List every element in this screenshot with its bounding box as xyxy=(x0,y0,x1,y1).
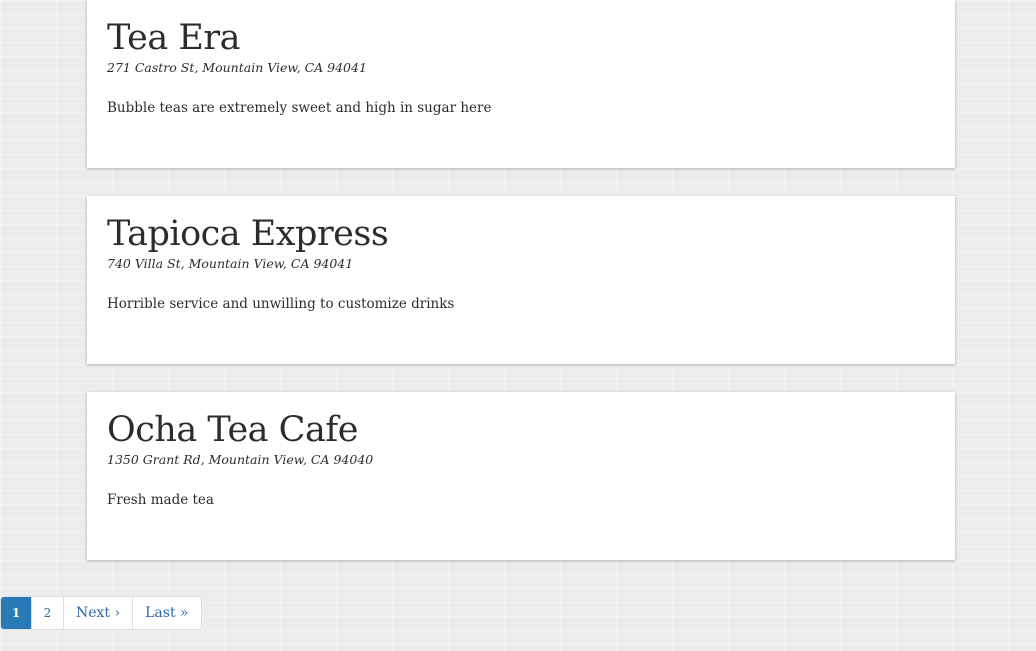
listing-card: Tea Era 271 Castro St, Mountain View, CA… xyxy=(87,0,955,168)
listing-card: Tapioca Express 740 Villa St, Mountain V… xyxy=(87,196,955,364)
next-page-link[interactable]: Next › xyxy=(63,597,133,629)
listing-name: Ocha Tea Cafe xyxy=(107,410,358,450)
listing-name: Tea Era xyxy=(107,18,240,58)
listing-review: Bubble teas are extremely sweet and high… xyxy=(107,100,492,116)
listing-card: Ocha Tea Cafe 1350 Grant Rd, Mountain Vi… xyxy=(87,392,955,560)
listing-name: Tapioca Express xyxy=(107,214,389,254)
listing-address: 740 Villa St, Mountain View, CA 94041 xyxy=(107,256,354,271)
last-page-link[interactable]: Last » xyxy=(132,597,201,629)
listing-review: Horrible service and unwilling to custom… xyxy=(107,296,455,312)
listing-address: 1350 Grant Rd, Mountain View, CA 94040 xyxy=(107,452,374,467)
page-1-link[interactable]: 1 xyxy=(1,597,31,629)
page-2-link[interactable]: 2 xyxy=(31,597,63,629)
pagination: 1 2 Next › Last » xyxy=(0,596,202,630)
listing-review: Fresh made tea xyxy=(107,492,214,508)
listing-address: 271 Castro St, Mountain View, CA 94041 xyxy=(107,60,367,75)
